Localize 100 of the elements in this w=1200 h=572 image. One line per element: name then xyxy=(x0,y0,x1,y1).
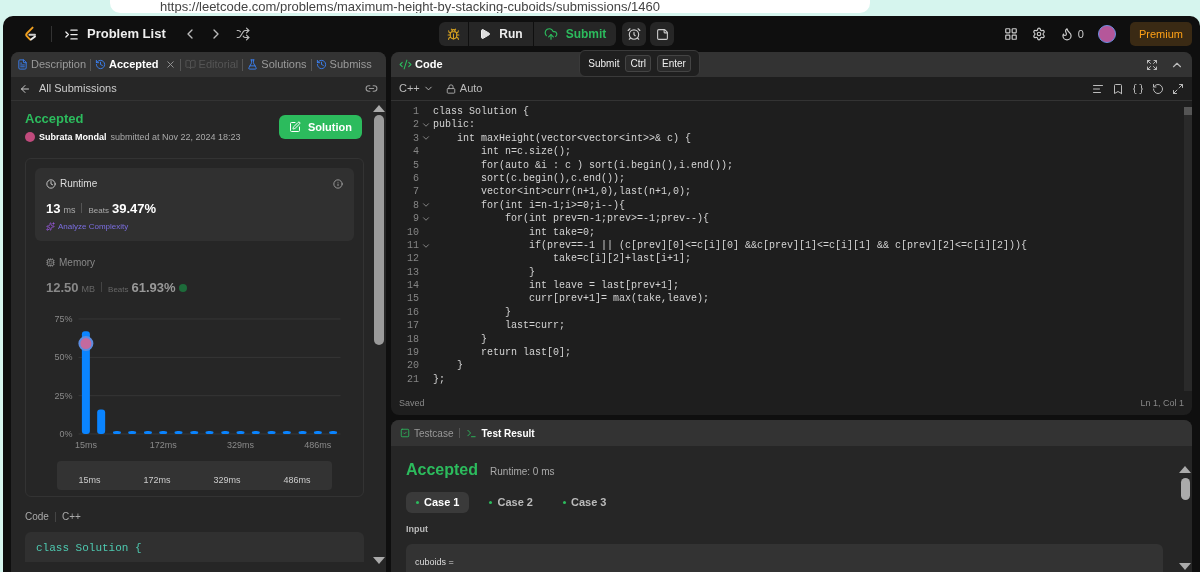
input-label: Input xyxy=(406,523,429,536)
user-avatar xyxy=(25,132,35,143)
submit-button[interactable]: Submit xyxy=(533,22,617,46)
bar xyxy=(267,430,276,434)
shuffle-icon[interactable] xyxy=(235,27,250,41)
code-line: return last[0]; xyxy=(480,346,572,360)
y-tick-label: 50% xyxy=(54,352,73,363)
streak-counter[interactable]: 0 xyxy=(1059,25,1084,43)
code-line: for(int prev=n-1;prev>=-1;prev--){ xyxy=(504,212,710,226)
panel-tab[interactable]: Solutions xyxy=(247,56,307,73)
tab-icon xyxy=(95,59,107,70)
submitted-time: submitted at Nov 22, 2024 18:23 xyxy=(110,130,241,144)
code-line: class Solution { xyxy=(433,105,529,119)
tab-icon xyxy=(315,59,327,70)
premium-button[interactable]: Premium xyxy=(1130,22,1192,46)
code-line: sort(c.begin(),c.end()); xyxy=(480,171,626,186)
line-number: 7 xyxy=(412,185,419,199)
bar xyxy=(97,409,106,434)
line-number: 6 xyxy=(412,171,419,186)
line-number: 18 xyxy=(406,332,419,347)
run-button[interactable]: Run xyxy=(469,22,534,46)
line-number: 12 xyxy=(406,252,419,266)
timer-button[interactable] xyxy=(622,22,647,46)
bookmark-icon[interactable] xyxy=(1112,82,1124,95)
panel-tab[interactable]: Description xyxy=(17,56,87,73)
code-line: } xyxy=(528,265,536,280)
logo-icon[interactable] xyxy=(23,26,39,42)
line-number: 19 xyxy=(406,346,419,360)
x-tick-label: 15ms xyxy=(74,440,97,450)
address-bar[interactable]: https://leetcode.com/problems/maximum-height-by-stacking-cuboids/submissions/1460 xyxy=(110,0,870,13)
line-number: 21 xyxy=(406,372,419,387)
language-dropdown[interactable]: C++ xyxy=(399,80,434,97)
code-line: int leave = last[prev+1]; xyxy=(528,279,680,293)
braces-icon[interactable] xyxy=(1132,82,1144,95)
close-icon[interactable] xyxy=(164,59,176,70)
code-line: int take=0; xyxy=(528,225,596,239)
problem-list-button[interactable]: Problem List xyxy=(64,24,166,44)
language-label: C++ xyxy=(61,510,81,524)
tab-icon xyxy=(184,59,196,70)
info-icon[interactable] xyxy=(333,178,343,189)
notes-button[interactable] xyxy=(650,22,675,46)
bar xyxy=(251,430,260,434)
note-icon xyxy=(655,27,669,41)
line-number: 4 xyxy=(412,145,419,159)
line-number: 1 xyxy=(412,105,419,119)
bar xyxy=(159,430,168,434)
upload-icon xyxy=(543,27,558,41)
back-link[interactable]: All Submissions xyxy=(19,80,117,97)
range-label: 15ms xyxy=(78,473,101,487)
cursor-position: Ln 1, Col 1 xyxy=(1140,397,1184,411)
mode-label: Auto xyxy=(459,81,483,97)
line-number: 14 xyxy=(406,279,419,293)
code-preview: class Solution { xyxy=(25,532,364,562)
y-tick-label: 0% xyxy=(59,429,73,439)
case-tab[interactable]: Case 2 xyxy=(479,492,543,513)
user-name[interactable]: Subrata Mondal xyxy=(39,130,107,144)
panel-tab[interactable]: Submiss xyxy=(315,56,372,73)
tab-icon xyxy=(17,59,28,70)
line-number: 10 xyxy=(406,225,419,239)
clock-icon xyxy=(46,178,56,189)
bar xyxy=(329,430,338,434)
runtime-beats: 39.47% xyxy=(111,200,157,218)
code-line: for(auto &i : c ) sort(i.begin(),i.end()); xyxy=(480,158,734,172)
runtime-unit: ms xyxy=(63,204,76,217)
verdict-text: Accepted xyxy=(406,460,479,480)
format-icon[interactable] xyxy=(1092,82,1104,95)
list-icon xyxy=(64,26,79,42)
line-number: 15 xyxy=(406,292,419,306)
panel-tab[interactable]: Test Result xyxy=(466,425,535,441)
y-tick-label: 75% xyxy=(54,314,73,324)
panel-tab[interactable]: Testcase xyxy=(400,425,454,441)
fullscreen-icon[interactable] xyxy=(1146,58,1158,71)
case-tab[interactable]: Case 1 xyxy=(406,492,470,513)
settings-icon[interactable] xyxy=(1031,27,1046,41)
scrollbar[interactable] xyxy=(1184,107,1192,391)
line-number: 5 xyxy=(412,158,419,172)
back-arrow-icon xyxy=(19,82,31,95)
code-line: take=c[i][2]+last[i+1]; xyxy=(552,252,692,266)
reset-icon[interactable] xyxy=(1152,82,1164,95)
code-line: int maxHeight(vector<vector<int>>& c) { xyxy=(456,131,692,146)
bar xyxy=(236,430,245,434)
bar xyxy=(128,430,137,434)
x-tick-label: 172ms xyxy=(149,440,177,450)
line-number: 16 xyxy=(406,305,419,320)
range-selector[interactable]: 15ms 172ms 329ms 486ms xyxy=(57,461,332,490)
panel-tab[interactable]: Accepted xyxy=(95,56,176,73)
bar xyxy=(143,430,152,434)
memory-title: Memory xyxy=(59,255,96,270)
line-number: 11 xyxy=(406,238,419,253)
code-line: curr[prev+1]= max(take,leave); xyxy=(528,292,710,306)
code-line: } xyxy=(480,332,487,347)
link-icon[interactable] xyxy=(365,82,378,95)
expand-icon[interactable] xyxy=(1172,82,1184,95)
layout-icon[interactable] xyxy=(1003,27,1018,41)
case-tab[interactable]: Case 3 xyxy=(552,492,617,513)
range-label: 329ms xyxy=(213,473,241,487)
flame-icon xyxy=(1059,27,1074,41)
avatar[interactable] xyxy=(1098,25,1116,43)
code-line: int n=c.size(); xyxy=(480,145,572,159)
code-line: last=curr; xyxy=(504,319,566,333)
